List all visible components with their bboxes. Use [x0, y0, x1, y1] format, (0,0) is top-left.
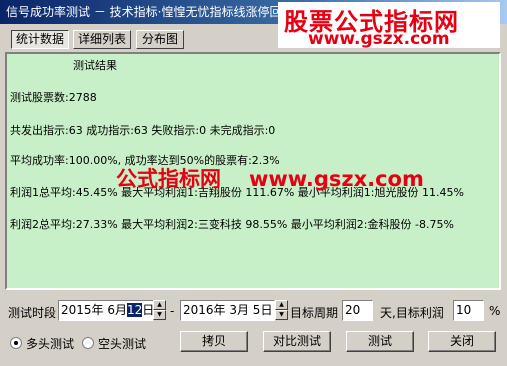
watermark-overlay-middle: 公式指标网 www.gszx.com	[116, 163, 424, 193]
short-test-label[interactable]: 空头测试	[98, 335, 146, 352]
target-period-label: 目标周期	[290, 306, 339, 320]
spin-down-icon[interactable]: ▼	[275, 310, 288, 320]
date-range-dash: -	[170, 304, 175, 318]
start-date-prefix: 2015年 6月	[61, 303, 127, 317]
window-title: 信号成功率测试 － 技术指标·惶惶无忧指标线涨停回	[6, 5, 282, 19]
result-signals: 共发出指示:63 成功指示:63 失败指示:0 未完成指示:0	[10, 124, 276, 137]
compare-test-button[interactable]: 对比测试	[263, 331, 331, 352]
percent-sign: %	[489, 304, 501, 318]
target-profit-input[interactable]: 10	[453, 300, 484, 321]
spin-down-icon[interactable]: ▼	[153, 310, 166, 320]
watermark-mid-name: 公式指标网	[116, 167, 221, 191]
test-button[interactable]: 测试	[346, 331, 414, 352]
watermark-top-url: www.gszx.com	[308, 29, 450, 49]
result-stock-count: 测试股票数:2788	[10, 91, 97, 104]
close-button[interactable]: 关闭	[428, 331, 496, 352]
copy-button[interactable]: 拷贝	[180, 331, 248, 352]
result-heading: 测试结果	[73, 59, 117, 72]
watermark-logo-top: 股票公式指标网 www.gszx.com	[278, 2, 500, 49]
radio-selected-dot	[14, 341, 18, 345]
short-test-radio[interactable]	[82, 337, 94, 349]
spin-up-icon[interactable]: ▲	[275, 300, 288, 310]
tab-detail-list[interactable]: 详细列表	[73, 30, 131, 49]
start-date-day-selected: 12	[127, 303, 143, 317]
start-date-spinner[interactable]: ▲ ▼	[153, 300, 166, 321]
tab-statistics[interactable]: 统计数据	[11, 30, 69, 49]
long-test-label[interactable]: 多头测试	[26, 335, 74, 352]
end-date-spinner[interactable]: ▲ ▼	[275, 300, 288, 321]
end-date-field[interactable]: 2016年 3月 5日	[180, 300, 275, 321]
start-date-field[interactable]: 2015年 6月12日	[58, 300, 154, 321]
result-profit2: 利润2总平均:27.33% 最大平均利润2:三变科技 98.55% 最小平均利润…	[10, 218, 454, 231]
target-period-input[interactable]: 20	[342, 300, 373, 321]
long-test-radio[interactable]	[10, 337, 22, 349]
spin-up-icon[interactable]: ▲	[153, 300, 166, 310]
target-profit-label: 天,目标利润	[380, 306, 444, 320]
period-label: 测试时段	[8, 306, 57, 320]
watermark-mid-url: www.gszx.com	[249, 167, 424, 191]
tab-distribution-chart[interactable]: 分布图	[136, 30, 184, 49]
